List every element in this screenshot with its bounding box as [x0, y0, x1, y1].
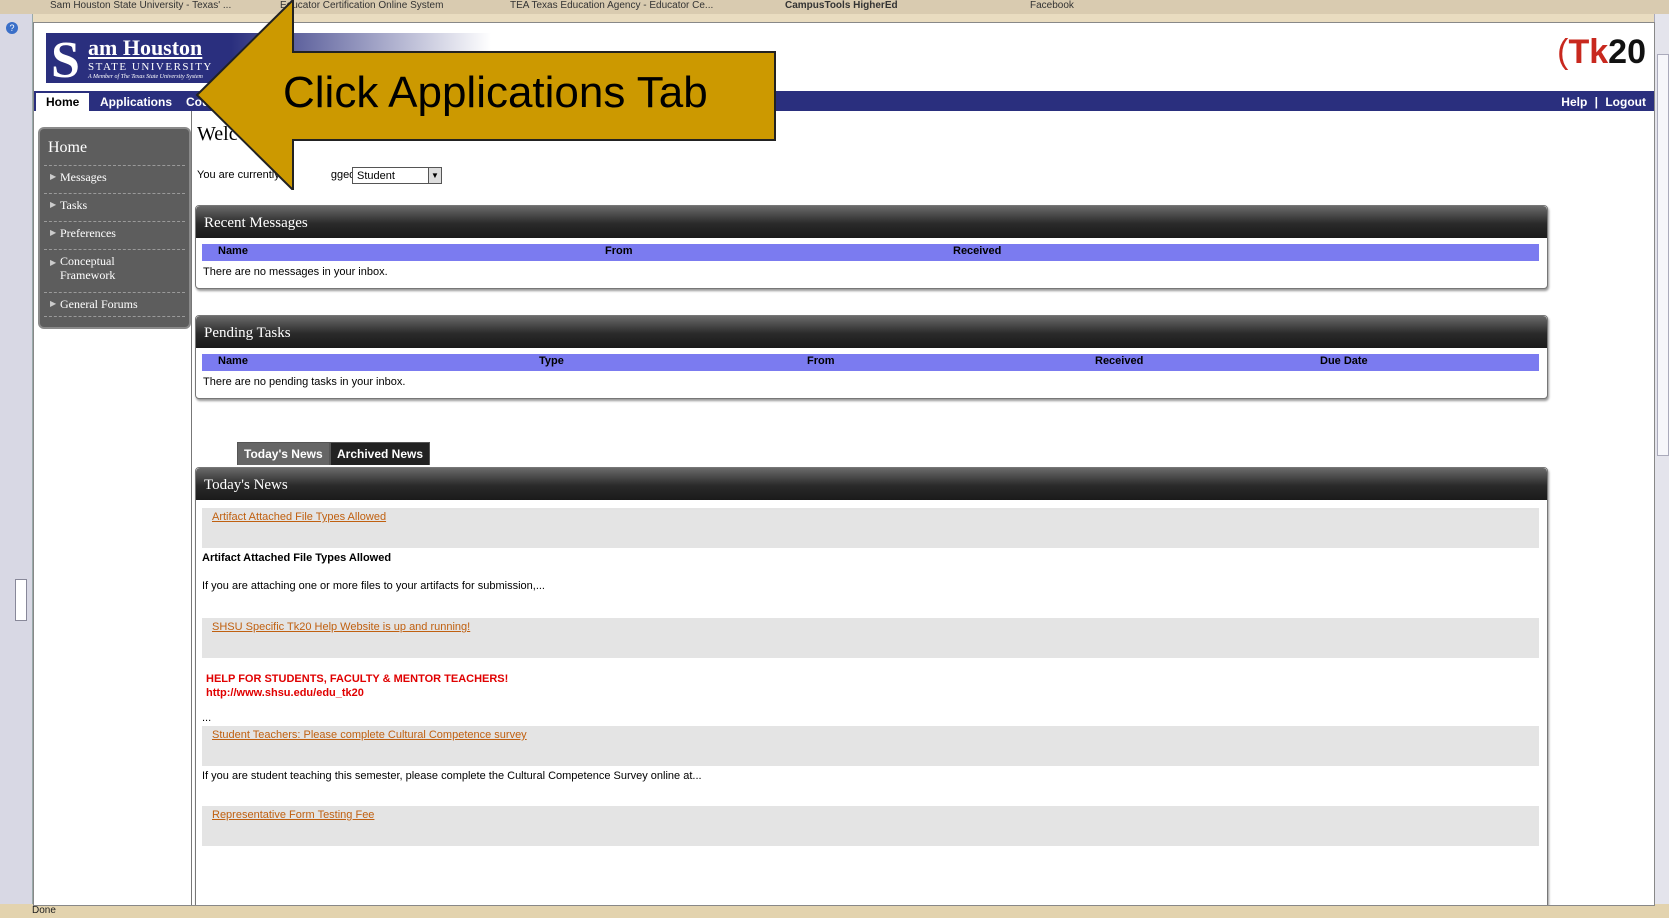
column-header[interactable]: Name — [218, 245, 248, 257]
sidebar-item-preferences[interactable]: ▶ Preferences — [44, 221, 185, 245]
panel-title: Recent Messages — [196, 206, 1547, 238]
triangle-right-icon: ▶ — [50, 200, 57, 209]
logo-title: am Houston — [88, 35, 203, 60]
logo-tagline: A Member of The Texas State University S… — [88, 74, 203, 80]
list-item: SHSU Specific Tk20 Help Website is up an… — [202, 618, 1539, 658]
tk20-logo: (Tk20 — [1557, 33, 1646, 71]
sidebar-divider — [191, 111, 192, 905]
help-icon[interactable]: ? — [6, 22, 18, 34]
browser-tab[interactable]: CampusTools HigherEd — [785, 0, 898, 12]
news-heading: Artifact Attached File Types Allowed — [202, 552, 392, 564]
status-text: Done — [32, 905, 56, 916]
tab-applications[interactable]: Applications — [90, 93, 182, 111]
news-link[interactable]: SHSU Specific Tk20 Help Website is up an… — [212, 621, 470, 633]
browser-tab[interactable]: Facebook — [1030, 0, 1074, 12]
pending-tasks-panel: Pending Tasks Name Type From Received Du… — [195, 315, 1548, 399]
news-alert: HELP FOR STUDENTS, FACULTY & MENTOR TEAC… — [206, 673, 509, 685]
news-ellipsis: ... — [202, 712, 212, 724]
column-header[interactable]: Received — [953, 245, 1001, 257]
table-header: Name From Received — [202, 244, 1539, 261]
column-header[interactable]: Received — [1095, 355, 1143, 367]
triangle-right-icon: ▶ — [50, 299, 57, 308]
list-item: Artifact Attached File Types Allowed — [202, 508, 1539, 548]
help-link[interactable]: Help — [1561, 95, 1587, 109]
column-header[interactable]: Due Date — [1320, 355, 1368, 367]
news-alert-url: http://www.shsu.edu/edu_tk20 — [206, 687, 364, 699]
panel-title: Today's News — [196, 468, 1547, 500]
tab-archived-news[interactable]: Archived News — [330, 442, 431, 465]
tab-home[interactable]: Home — [36, 93, 90, 111]
column-header[interactable]: From — [807, 355, 835, 367]
triangle-right-icon: ▶ — [50, 172, 57, 181]
browser-side-panel: ? — [0, 14, 33, 904]
list-item: Representative Form Testing Fee — [202, 806, 1539, 846]
logo-initial: S — [51, 32, 80, 89]
utility-links: Help | Logout — [1561, 95, 1646, 109]
scrollbar-thumb[interactable] — [1657, 54, 1669, 456]
sidebar-item-tasks[interactable]: ▶ Tasks — [44, 193, 185, 217]
news-link[interactable]: Student Teachers: Please complete Cultur… — [212, 729, 527, 741]
panel-title: Pending Tasks — [196, 316, 1547, 348]
sidebar-title: Home — [48, 139, 88, 156]
empty-state: There are no pending tasks in your inbox… — [203, 376, 406, 388]
table-header: Name Type From Received Due Date — [202, 354, 1539, 371]
news-link[interactable]: Representative Form Testing Fee — [212, 809, 374, 821]
logout-link[interactable]: Logout — [1605, 95, 1646, 109]
tab-todays-news[interactable]: Today's News — [237, 442, 330, 465]
empty-state: There are no messages in your inbox. — [203, 266, 388, 278]
sidebar-item-messages[interactable]: ▶ Messages — [44, 165, 185, 189]
news-excerpt: If you are attaching one or more files t… — [202, 580, 545, 592]
home-sidebar: Home ▶ Messages ▶ Tasks ▶ Preferences ▶ Conc… — [40, 129, 189, 327]
column-header[interactable]: Name — [218, 355, 248, 367]
scrollbar-thumb[interactable] — [15, 579, 27, 621]
news-link[interactable]: Artifact Attached File Types Allowed — [212, 511, 386, 523]
triangle-right-icon: ▶ — [50, 228, 57, 237]
triangle-right-icon: ▶ — [50, 258, 57, 267]
page-scrollbar[interactable] — [1654, 14, 1669, 904]
news-excerpt: If you are student teaching this semeste… — [202, 770, 702, 782]
todays-news-panel: Today's News Artifact Attached File Type… — [195, 467, 1548, 905]
recent-messages-panel: Recent Messages Name From Received There… — [195, 205, 1548, 289]
column-header[interactable]: From — [605, 245, 633, 257]
callout-label: Click Applications Tab — [283, 68, 708, 117]
column-header[interactable]: Type — [539, 355, 564, 367]
sidebar-item-conceptual-framework[interactable]: ▶ Conceptual Framework — [44, 249, 185, 286]
list-item: Student Teachers: Please complete Cultur… — [202, 726, 1539, 766]
sidebar-item-general-forums[interactable]: ▶ General Forums — [44, 292, 185, 317]
status-bar: Done — [0, 904, 1669, 918]
